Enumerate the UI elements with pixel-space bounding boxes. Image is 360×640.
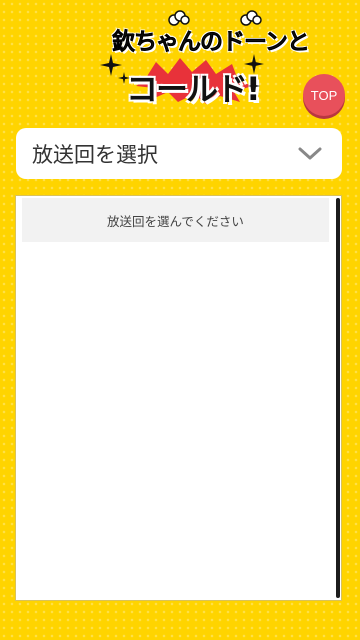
top-button-label: TOP: [310, 87, 338, 103]
top-button[interactable]: TOP: [303, 74, 345, 116]
sparkle-icon: [118, 72, 130, 84]
sparkle-icon: [248, 80, 260, 92]
episode-select-label: 放送回を選択: [32, 142, 158, 167]
smoke-puff-icon: [240, 10, 262, 26]
sparkle-icon: [244, 54, 264, 74]
episode-select-dropdown[interactable]: 放送回を選択: [16, 128, 342, 179]
logo-title-line1: 欽ちゃんのドーンと: [112, 29, 310, 56]
episode-list-panel[interactable]: 放送回を選んでください: [15, 195, 342, 601]
show-logo: 欽ちゃんのドーンと コールド!: [98, 8, 310, 110]
scrollbar[interactable]: [336, 198, 340, 598]
smoke-puff-icon: [168, 10, 190, 26]
chevron-down-icon: [298, 147, 322, 159]
logo-title-line2: コールド!: [126, 70, 261, 108]
episode-list-placeholder: 放送回を選んでください: [22, 198, 329, 242]
